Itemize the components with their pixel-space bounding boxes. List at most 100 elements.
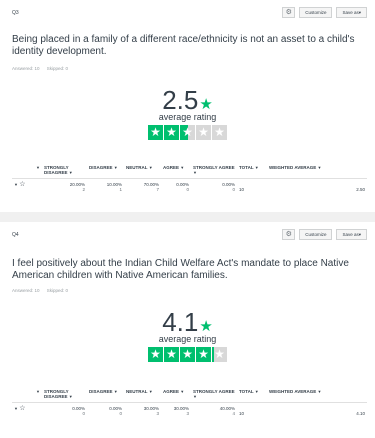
- star-icon: ★: [214, 125, 225, 139]
- caret-down-icon: ▼: [113, 389, 118, 394]
- table-row: ▼ ☆ 0.00% 0 0.00% 0 30.00% 3 30.00% 3 40.00%…: [12, 403, 367, 420]
- save-as-button[interactable]: Save as▾: [336, 229, 367, 240]
- customize-button[interactable]: Customize: [299, 7, 333, 18]
- col-disagree[interactable]: DISAGREE ▼: [87, 164, 124, 179]
- cell-weighted-average: 2.50: [356, 187, 365, 192]
- cell-count: 4: [232, 411, 235, 416]
- rating-star-box: ★: [164, 347, 179, 362]
- save-as-button[interactable]: Save as▾: [336, 7, 367, 18]
- cell-count: 0: [119, 411, 122, 416]
- star-icon: ★: [182, 347, 193, 361]
- caret-down-icon: ▼: [254, 165, 259, 170]
- response-stats: Answered: 10 Skipped: 0: [12, 66, 74, 71]
- caret-down-icon: ▼: [180, 165, 185, 170]
- rating-star-box: ★: [212, 347, 227, 362]
- rating-star-box: ★: [180, 347, 195, 362]
- average-rating-value: 2.5: [162, 85, 199, 115]
- row-expand-icon[interactable]: ▼: [14, 182, 18, 187]
- col-weighted-average[interactable]: WEIGHTED AVERAGE ▼: [267, 164, 367, 179]
- cell-total: 10: [239, 187, 245, 192]
- cell-count: 7: [156, 187, 159, 192]
- response-stats: Answered: 10 Skipped: 0: [12, 288, 74, 293]
- chart-settings-button[interactable]: ⚙: [282, 7, 296, 18]
- caret-down-icon: ▼: [193, 394, 197, 399]
- table-header-row: ▼ STRONGLY DISAGREE ▼ DISAGREE ▼ NEUTRAL…: [12, 164, 367, 179]
- cell-count: 0: [232, 187, 235, 192]
- rating-star-box: ★: [164, 125, 179, 140]
- question-card-q4: Q4 ⚙ Customize Save as▾ I feel positivel…: [0, 222, 375, 438]
- rating-star-box: ★: [180, 125, 195, 140]
- answered-count: Answered: 10: [12, 288, 40, 293]
- star-icon: ★: [214, 347, 225, 361]
- rating-star-box: ★: [148, 347, 163, 362]
- caret-down-icon: ▼: [317, 389, 322, 394]
- skipped-count: Skipped: 0: [46, 288, 69, 293]
- customize-button[interactable]: Customize: [299, 229, 333, 240]
- col-strongly-disagree[interactable]: STRONGLY DISAGREE ▼: [42, 388, 87, 403]
- caret-down-icon: ▼: [36, 165, 40, 170]
- cell-count: 0: [186, 187, 189, 192]
- star-icon: ★: [166, 347, 177, 361]
- question-number: Q3: [12, 10, 19, 16]
- rating-star-box: ★: [148, 125, 163, 140]
- table-row: ▼ ☆ 20.00% 2 10.00% 1 70.00% 7 0.00% 0 0.00%…: [12, 179, 367, 196]
- caret-down-icon: ▼: [254, 389, 259, 394]
- star-outline-icon: ☆: [19, 181, 26, 188]
- star-icon: ★: [166, 125, 177, 139]
- average-rating-label: average rating: [158, 112, 217, 122]
- skipped-count: Skipped: 0: [46, 66, 69, 71]
- col-neutral[interactable]: NEUTRAL ▼: [124, 164, 161, 179]
- rating-star-box: ★: [196, 125, 211, 140]
- col-strongly-agree[interactable]: STRONGLY AGREE ▼: [191, 164, 237, 179]
- results-table: ▼ STRONGLY DISAGREE ▼ DISAGREE ▼ NEUTRAL…: [12, 164, 367, 195]
- average-rating-label: average rating: [158, 334, 217, 344]
- caret-down-icon: ▼: [317, 165, 322, 170]
- table-header-row: ▼ STRONGLY DISAGREE ▼ DISAGREE ▼ NEUTRAL…: [12, 388, 367, 403]
- col-weighted-average[interactable]: WEIGHTED AVERAGE ▼: [267, 388, 367, 403]
- star-icon: ★: [150, 125, 161, 139]
- star-rating-bar: ★ ★ ★ ★ ★: [148, 125, 227, 140]
- col-disagree[interactable]: DISAGREE ▼: [87, 388, 124, 403]
- cell-count: 3: [156, 411, 159, 416]
- col-total[interactable]: TOTAL ▼: [237, 388, 267, 403]
- caret-down-icon: ▼: [113, 165, 118, 170]
- average-rating-value: 4.1: [162, 307, 199, 337]
- chart-settings-button[interactable]: ⚙: [282, 229, 296, 240]
- row-expand-icon[interactable]: ▼: [14, 406, 18, 411]
- caret-down-icon: ▼: [68, 170, 73, 175]
- gear-icon: ⚙: [285, 231, 292, 238]
- star-icon: ★: [182, 125, 193, 139]
- col-neutral[interactable]: NEUTRAL ▼: [124, 388, 161, 403]
- question-card-q3: Q3 ⚙ Customize Save as▾ Being placed in …: [0, 0, 375, 212]
- question-title: Being placed in a family of a different …: [12, 34, 355, 57]
- caret-down-icon: ▼: [36, 389, 40, 394]
- cell-total: 10: [239, 411, 245, 416]
- cell-count: 0: [82, 411, 85, 416]
- question-number: Q4: [12, 232, 19, 238]
- cell-count: 1: [119, 187, 122, 192]
- gear-icon: ⚙: [285, 9, 292, 16]
- caret-down-icon: ▼: [68, 394, 73, 399]
- cell-count: 3: [186, 411, 189, 416]
- answered-count: Answered: 10: [12, 66, 40, 71]
- star-outline-icon: ☆: [19, 405, 26, 412]
- star-icon: ★: [150, 347, 161, 361]
- question-toolbar: ⚙ Customize Save as▾: [282, 229, 367, 240]
- cell-count: 2: [82, 187, 85, 192]
- rating-summary: 4.1 ★ average rating ★ ★ ★ ★ ★: [0, 308, 375, 367]
- col-agree[interactable]: AGREE ▼: [161, 164, 191, 179]
- col-strongly-agree[interactable]: STRONGLY AGREE ▼: [191, 388, 237, 403]
- caret-down-icon: ▼: [180, 389, 185, 394]
- question-title: I feel positively about the Indian Child…: [12, 258, 349, 281]
- rating-summary: 2.5 ★ average rating ★ ★ ★ ★ ★: [0, 86, 375, 145]
- caret-down-icon: ▼: [148, 165, 153, 170]
- col-total[interactable]: TOTAL ▼: [237, 164, 267, 179]
- col-agree[interactable]: AGREE ▼: [161, 388, 191, 403]
- rating-star-box: ★: [196, 347, 211, 362]
- star-icon: ★: [198, 125, 209, 139]
- star-icon: ★: [198, 347, 209, 361]
- results-table: ▼ STRONGLY DISAGREE ▼ DISAGREE ▼ NEUTRAL…: [12, 388, 367, 419]
- cell-weighted-average: 4.10: [356, 411, 365, 416]
- rating-star-box: ★: [212, 125, 227, 140]
- col-strongly-disagree[interactable]: STRONGLY DISAGREE ▼: [42, 164, 87, 179]
